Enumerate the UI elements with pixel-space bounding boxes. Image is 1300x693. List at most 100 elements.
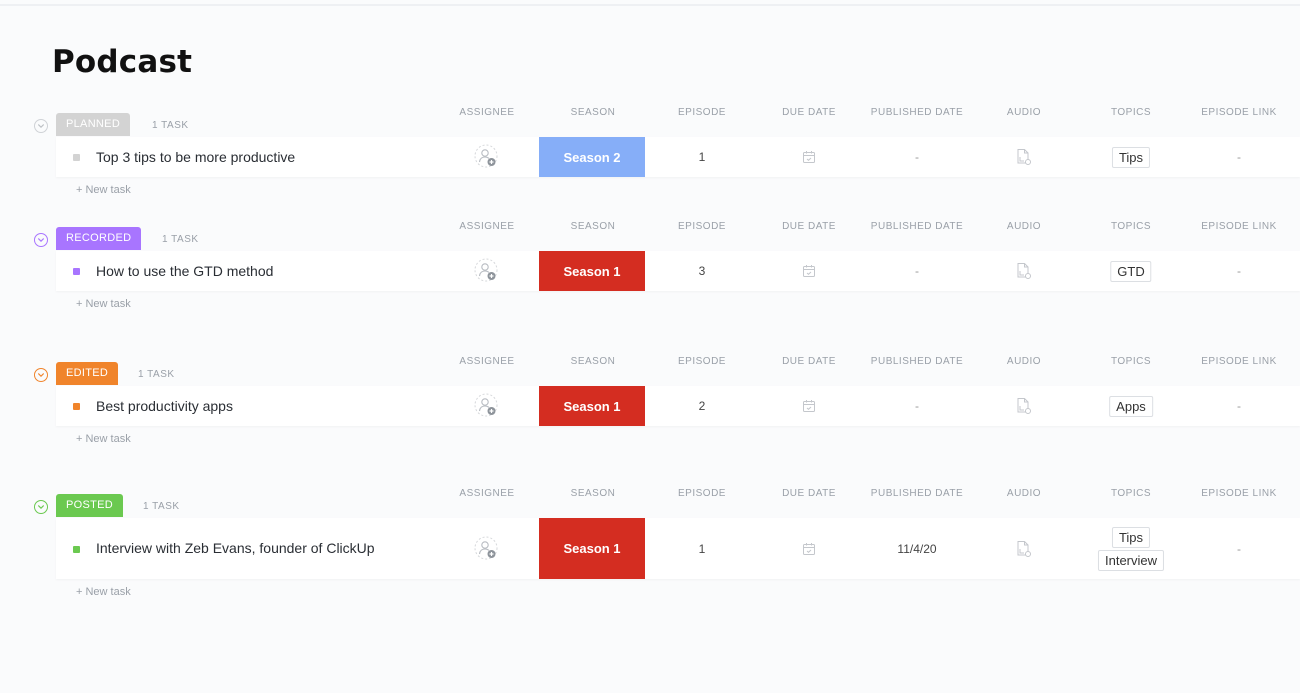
topic-tag[interactable]: Apps: [1109, 395, 1153, 417]
new-task-button[interactable]: + New task: [76, 184, 131, 196]
topic-tag[interactable]: GTD: [1110, 260, 1152, 282]
chevron-down-icon: [38, 124, 44, 128]
status-badge[interactable]: POSTED: [56, 494, 124, 517]
column-header-audio[interactable]: AUDIO: [1007, 356, 1041, 367]
audio-cell[interactable]: [1016, 386, 1032, 426]
page-title: Podcast: [52, 44, 193, 80]
topic-tag[interactable]: Interview: [1097, 549, 1165, 571]
task-name[interactable]: Top 3 tips to be more productive: [96, 137, 456, 177]
topics-cell[interactable]: Tips Interview: [1097, 518, 1165, 579]
column-header-assignee[interactable]: ASSIGNEE: [459, 356, 514, 367]
audio-cell[interactable]: [1016, 518, 1032, 579]
collapse-group-button[interactable]: [34, 119, 48, 133]
topic-tag[interactable]: Tips: [1111, 146, 1151, 168]
column-header-episode[interactable]: EPISODE: [678, 356, 726, 367]
column-header-due-date[interactable]: DUE DATE: [782, 107, 836, 118]
topics-cell[interactable]: GTD: [1110, 251, 1152, 291]
topic-tag[interactable]: Tips: [1111, 526, 1151, 548]
season-cell[interactable]: Season 1: [539, 518, 645, 579]
audio-cell[interactable]: [1016, 251, 1032, 291]
new-task-button[interactable]: + New task: [76, 433, 131, 445]
published-date-cell[interactable]: -: [915, 386, 919, 426]
task-name[interactable]: Best productivity apps: [96, 386, 456, 426]
task-status-indicator[interactable]: [73, 403, 80, 410]
task-status-indicator[interactable]: [73, 545, 80, 553]
column-header-episode-link[interactable]: EPISODE LINK: [1201, 356, 1276, 367]
task-row[interactable]: Top 3 tips to be more productive Season …: [56, 137, 1300, 177]
published-date-cell[interactable]: -: [915, 251, 919, 291]
column-header-published-date[interactable]: PUBLISHED DATE: [871, 488, 963, 499]
column-header-episode[interactable]: EPISODE: [678, 488, 726, 499]
column-header-assignee[interactable]: ASSIGNEE: [459, 221, 514, 232]
column-header-audio[interactable]: AUDIO: [1007, 488, 1041, 499]
episode-cell[interactable]: 1: [699, 137, 706, 177]
status-badge[interactable]: PLANNED: [56, 113, 131, 136]
status-badge[interactable]: EDITED: [56, 362, 119, 385]
column-header-topics[interactable]: TOPICS: [1111, 221, 1151, 232]
due-date-cell[interactable]: [802, 137, 816, 177]
column-header-episode[interactable]: EPISODE: [678, 221, 726, 232]
episode-link-cell[interactable]: -: [1237, 386, 1241, 426]
episode-cell[interactable]: 1: [699, 518, 706, 579]
column-header-published-date[interactable]: PUBLISHED DATE: [871, 107, 963, 118]
column-header-episode[interactable]: EPISODE: [678, 107, 726, 118]
status-badge[interactable]: RECORDED: [56, 227, 142, 250]
column-header-topics[interactable]: TOPICS: [1111, 356, 1151, 367]
task-status-indicator[interactable]: [73, 154, 80, 161]
column-header-season[interactable]: SEASON: [571, 221, 616, 232]
episode-link-cell[interactable]: -: [1237, 518, 1241, 579]
audio-cell[interactable]: [1016, 137, 1032, 177]
column-header-season[interactable]: SEASON: [571, 488, 616, 499]
season-cell[interactable]: Season 1: [539, 386, 645, 426]
episode-cell[interactable]: 2: [699, 386, 706, 426]
new-task-button[interactable]: + New task: [76, 586, 131, 598]
column-header-topics[interactable]: TOPICS: [1111, 107, 1151, 118]
column-header-audio[interactable]: AUDIO: [1007, 107, 1041, 118]
column-header-audio[interactable]: AUDIO: [1007, 221, 1041, 232]
column-header-season[interactable]: SEASON: [571, 107, 616, 118]
published-date-cell[interactable]: 11/4/20: [897, 518, 936, 579]
task-count: 1 TASK: [152, 120, 189, 131]
task-name[interactable]: How to use the GTD method: [96, 251, 456, 291]
task-row[interactable]: Best productivity apps Season 1 2 - Apps…: [56, 386, 1300, 426]
collapse-group-button[interactable]: [34, 500, 48, 514]
published-date-cell[interactable]: -: [915, 137, 919, 177]
episode-link-cell[interactable]: -: [1237, 137, 1241, 177]
column-header-due-date[interactable]: DUE DATE: [782, 356, 836, 367]
new-task-button[interactable]: + New task: [76, 298, 131, 310]
column-header-published-date[interactable]: PUBLISHED DATE: [871, 221, 963, 232]
task-row[interactable]: How to use the GTD method Season 1 3 - G…: [56, 251, 1300, 291]
column-header-due-date[interactable]: DUE DATE: [782, 488, 836, 499]
assignee-cell[interactable]: [474, 386, 500, 426]
column-header-assignee[interactable]: ASSIGNEE: [459, 107, 514, 118]
task-row[interactable]: Interview with Zeb Evans, founder of Cli…: [56, 518, 1300, 579]
topics-cell[interactable]: Apps: [1109, 386, 1153, 426]
column-header-episode-link[interactable]: EPISODE LINK: [1201, 488, 1276, 499]
add-assignee-icon: [474, 144, 498, 168]
due-date-cell[interactable]: [802, 386, 816, 426]
collapse-group-button[interactable]: [34, 368, 48, 382]
column-header-season[interactable]: SEASON: [571, 356, 616, 367]
column-header-assignee[interactable]: ASSIGNEE: [459, 488, 514, 499]
episode-link-cell[interactable]: -: [1237, 251, 1241, 291]
episode-cell[interactable]: 3: [699, 251, 706, 291]
due-date-cell[interactable]: [802, 251, 816, 291]
column-header-due-date[interactable]: DUE DATE: [782, 221, 836, 232]
task-status-indicator[interactable]: [73, 268, 80, 275]
column-header-published-date[interactable]: PUBLISHED DATE: [871, 356, 963, 367]
season-cell[interactable]: Season 1: [539, 251, 645, 291]
calendar-icon: [803, 265, 815, 277]
task-name[interactable]: Interview with Zeb Evans, founder of Cli…: [96, 518, 386, 579]
assignee-cell[interactable]: [474, 137, 500, 177]
column-header-episode-link[interactable]: EPISODE LINK: [1201, 221, 1276, 232]
collapse-group-button[interactable]: [34, 233, 48, 247]
due-date-cell[interactable]: [802, 518, 816, 579]
topics-cell[interactable]: Tips: [1111, 137, 1151, 177]
column-header-episode-link[interactable]: EPISODE LINK: [1201, 107, 1276, 118]
column-header-topics[interactable]: TOPICS: [1111, 488, 1151, 499]
file-attachment-icon: [1017, 540, 1031, 557]
add-assignee-icon: [474, 258, 498, 282]
assignee-cell[interactable]: [474, 518, 500, 579]
season-cell[interactable]: Season 2: [539, 137, 645, 177]
assignee-cell[interactable]: [474, 251, 500, 291]
